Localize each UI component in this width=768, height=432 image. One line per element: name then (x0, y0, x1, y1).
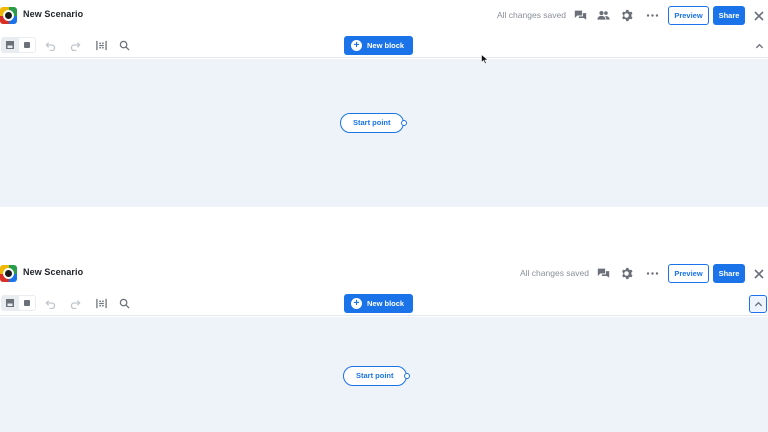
save-status: All changes saved (520, 268, 589, 278)
app-logo[interactable] (0, 7, 17, 24)
canvas-view-icon[interactable] (19, 296, 35, 310)
more-icon[interactable] (645, 266, 659, 280)
collapse-toolbar-button[interactable] (749, 295, 767, 313)
flow-canvas[interactable]: Start point (0, 317, 768, 432)
canvas-view-icon[interactable] (19, 38, 35, 52)
undo-icon[interactable] (44, 39, 56, 51)
chevron-up-icon (755, 43, 763, 48)
app-logo[interactable] (0, 265, 17, 282)
editor-toolbar: + New block (0, 290, 768, 316)
start-point-node[interactable]: Start point (343, 366, 410, 386)
scenario-title[interactable]: New Scenario (23, 267, 83, 277)
scenario-title[interactable]: New Scenario (23, 9, 83, 19)
collapse-toolbar-button[interactable] (750, 37, 768, 55)
view-toggle (1, 37, 36, 53)
gear-icon[interactable] (619, 266, 633, 280)
new-block-button[interactable]: + New block (344, 294, 413, 313)
connector-handle[interactable] (403, 373, 410, 379)
plus-icon: + (351, 40, 362, 51)
preview-button[interactable]: Preview (668, 264, 709, 283)
new-block-label: New block (367, 41, 405, 50)
editor-frame: New Scenario All changes saved Preview S… (0, 258, 768, 432)
chevron-up-icon (754, 301, 762, 306)
collaborators-icon[interactable] (596, 8, 610, 22)
new-block-label: New block (367, 299, 405, 308)
share-button[interactable]: Share (713, 6, 745, 25)
editor-frame: New Scenario All changes saved Preview S… (0, 0, 768, 207)
mouse-cursor-icon (481, 51, 489, 65)
more-icon[interactable] (645, 8, 659, 22)
app-header: New Scenario All changes saved Preview S… (0, 0, 768, 32)
fit-to-screen-icon[interactable] (95, 39, 107, 51)
close-icon[interactable] (753, 267, 765, 279)
start-point-node[interactable]: Start point (340, 113, 407, 133)
redo-icon[interactable] (69, 297, 81, 309)
close-icon[interactable] (753, 9, 765, 21)
preview-button[interactable]: Preview (668, 6, 709, 25)
comments-icon[interactable] (573, 8, 587, 22)
save-status: All changes saved (497, 10, 566, 20)
undo-icon[interactable] (44, 297, 56, 309)
gear-icon[interactable] (619, 8, 633, 22)
share-button[interactable]: Share (713, 264, 745, 283)
start-point-label: Start point (353, 118, 391, 127)
new-block-button[interactable]: + New block (344, 36, 413, 55)
search-icon[interactable] (118, 297, 130, 309)
start-point-label: Start point (356, 371, 394, 380)
fit-to-screen-icon[interactable] (95, 297, 107, 309)
connector-handle[interactable] (400, 120, 407, 126)
app-header: New Scenario All changes saved Preview S… (0, 258, 768, 290)
editor-toolbar: + New block (0, 32, 768, 58)
comments-icon[interactable] (596, 266, 610, 280)
search-icon[interactable] (118, 39, 130, 51)
view-toggle (1, 295, 36, 311)
document-view-icon[interactable] (2, 38, 18, 52)
plus-icon: + (351, 298, 362, 309)
flow-canvas[interactable]: Start point (0, 59, 768, 207)
document-view-icon[interactable] (2, 296, 18, 310)
redo-icon[interactable] (69, 39, 81, 51)
